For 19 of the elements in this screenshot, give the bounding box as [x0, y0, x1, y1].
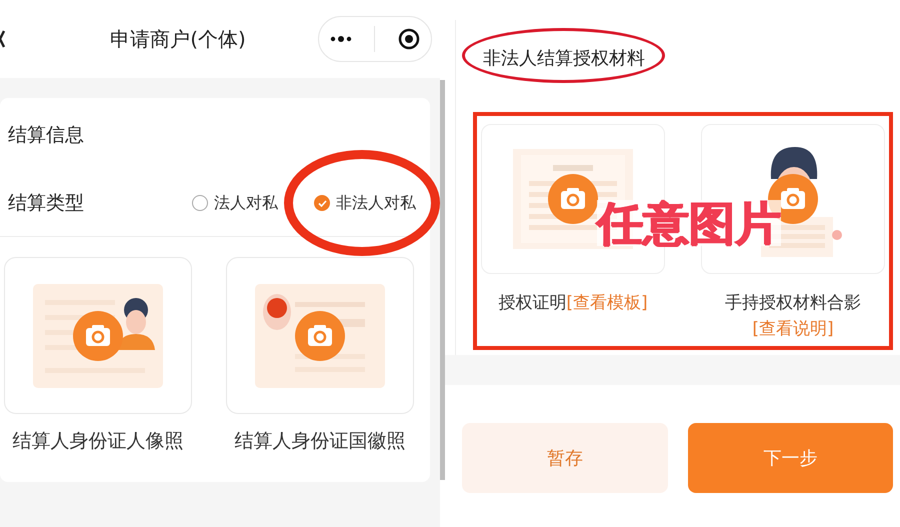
section-title: 非法人结算授权材料 — [483, 48, 645, 69]
camera-icon — [295, 310, 345, 360]
radio-option[interactable]: 非法人对私 — [314, 192, 416, 214]
view-link[interactable]: [查看说明] — [752, 319, 834, 339]
card-caption: 结算人身份证人像照 — [12, 429, 184, 454]
overlay-text: 任意图片 — [597, 200, 781, 246]
card-caption: 结算人身份证国徽照 — [234, 429, 406, 454]
view-link[interactable]: [查看模板] — [566, 293, 648, 313]
camera-icon — [73, 310, 123, 360]
page-title: 申请商户(个体) — [109, 26, 247, 52]
save-button[interactable]: 暂存 — [462, 423, 668, 493]
next-button[interactable]: 下一步 — [688, 423, 893, 493]
section-title: 结算信息 — [8, 124, 84, 146]
field-label: 结算类型 — [8, 191, 85, 216]
radio-option[interactable]: 法人对私 — [192, 192, 278, 214]
card-caption: 手持授权材料合影 — [725, 293, 861, 313]
card-caption: 授权证明 — [498, 293, 566, 313]
back-icon[interactable] — [0, 30, 6, 48]
more-icon[interactable] — [330, 35, 352, 43]
